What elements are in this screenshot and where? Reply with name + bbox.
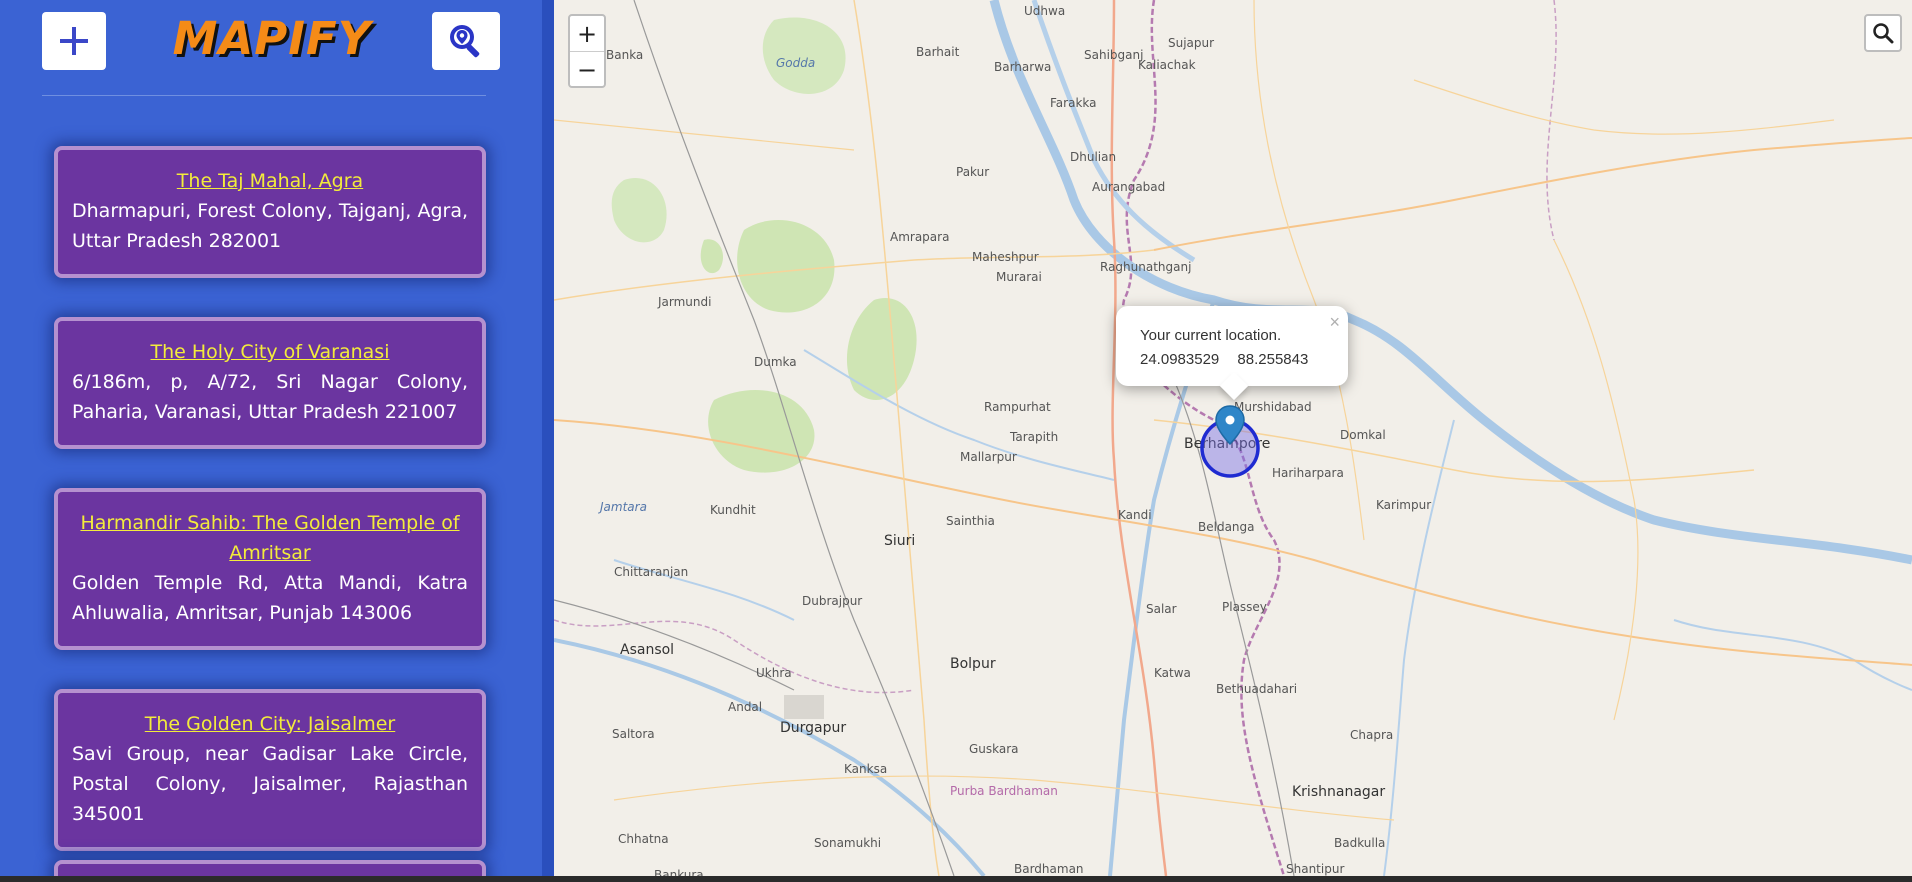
popup-close-button[interactable]: ×: [1329, 310, 1340, 334]
place-address: Golden Temple Rd, Atta Mandi, Katra Ahlu…: [72, 572, 468, 624]
map-place-label: Plassey: [1222, 600, 1267, 614]
map-place-label: Maheshpur: [972, 250, 1039, 264]
sidebar-divider: [42, 95, 486, 96]
map-place-label: Salar: [1146, 602, 1177, 616]
window-bottom-edge: [0, 876, 1912, 882]
map-place-label: Chhatna: [618, 832, 669, 846]
map-place-label: Shantipur: [1286, 862, 1345, 876]
app-logo: MAPIFY: [172, 11, 372, 65]
locate-search-button[interactable]: [432, 12, 500, 70]
map-place-label: Jarmundi: [658, 295, 712, 309]
place-card[interactable]: Harmandir Sahib: The Golden Temple of Am…: [54, 488, 486, 650]
map-place-label: Dhulian: [1070, 150, 1117, 164]
map-place-label: Saltora: [612, 727, 655, 741]
place-title-link[interactable]: Harmandir Sahib: The Golden Temple of Am…: [72, 508, 468, 568]
location-search-icon: [450, 25, 480, 58]
map-place-label: Hariharpara: [1272, 466, 1344, 480]
map-place-label: Andal: [728, 700, 763, 714]
map-place-label: Amrapara: [890, 230, 950, 244]
map-place-label: Kandi: [1118, 508, 1152, 522]
map-place-label: Bankura: [654, 868, 704, 876]
place-title-link[interactable]: The Holy City of Varanasi: [72, 337, 468, 367]
map-place-label: Tarapith: [1010, 430, 1059, 444]
map-place-label: Dubrajpur: [802, 594, 863, 608]
map-place-label: Ukhra: [756, 666, 792, 680]
map-place-label: Guskara: [969, 742, 1019, 756]
plus-icon: [60, 27, 88, 55]
popup-longitude: 88.255843: [1237, 351, 1309, 368]
map-place-label: Kanksa: [844, 762, 888, 776]
place-card[interactable]: The Golden City: Jaisalmer Savi Group, n…: [54, 689, 486, 851]
map-place-label: Domkal: [1340, 428, 1386, 442]
map-place-label: Sainthia: [946, 514, 995, 528]
map-place-label: Godda: [776, 56, 816, 70]
place-card[interactable]: The Taj Mahal, Agra Dharmapuri, Forest C…: [54, 146, 486, 278]
map-place-label: Farakka: [1050, 96, 1097, 110]
map-place-label: Durgapur: [780, 720, 847, 736]
current-location-marker[interactable]: [1194, 392, 1274, 482]
map-place-label: Asansol: [620, 642, 675, 658]
map-place-label: Chittaranjan: [614, 565, 689, 579]
map-place-label: Udhwa: [1024, 4, 1066, 18]
map-place-label: Beldanga: [1198, 520, 1255, 534]
map-view[interactable]: Udhwa Banka Barhait Barharwa Sahibganj G…: [554, 0, 1912, 876]
popup-latitude: 24.0983529: [1140, 351, 1220, 368]
place-address: Dharmapuri, Forest Colony, Tajganj, Agra…: [72, 200, 468, 252]
map-place-label: Mallarpur: [960, 450, 1017, 464]
map-place-label: Raghunathganj: [1100, 260, 1192, 274]
place-address: 6/186m, p, A/72, Sri Nagar Colony, Pahar…: [72, 371, 468, 423]
map-place-label: Purba Bardhaman: [950, 784, 1058, 798]
map-place-label: Chapra: [1350, 728, 1394, 742]
map-place-label: Murarai: [996, 270, 1042, 284]
map-place-label: Badkulla: [1334, 836, 1386, 850]
map-place-label: Bardhaman: [1014, 862, 1084, 876]
map-place-label: Sujapur: [1168, 36, 1215, 50]
map-place-label: Barharwa: [994, 60, 1052, 74]
place-title-link[interactable]: The Taj Mahal, Agra: [72, 166, 468, 196]
popup-coordinates: 24.0983529 88.255843: [1140, 348, 1324, 372]
place-title-link[interactable]: The Golden City: Jaisalmer: [72, 709, 468, 739]
map-place-label: Sonamukhi: [814, 836, 882, 850]
map-place-label: Rampurhat: [984, 400, 1051, 414]
map-place-label: Kaliachak: [1138, 58, 1196, 72]
map-place-label: Katwa: [1154, 666, 1191, 680]
place-address: Savi Group, near Gadisar Lake Circle, Po…: [72, 743, 468, 825]
map-search-button[interactable]: [1864, 14, 1902, 52]
map-place-label: Jamtara: [600, 500, 647, 514]
map-place-label: Bolpur: [950, 656, 996, 672]
popup-text: Your current location.: [1140, 327, 1282, 344]
zoom-out-button[interactable]: −: [570, 52, 604, 87]
map-place-label: Aurangabad: [1092, 180, 1166, 194]
map-place-label: Bethuadahari: [1216, 682, 1298, 696]
add-place-button[interactable]: [42, 12, 106, 70]
place-card[interactable]: The Holy City of Varanasi 6/186m, p, A/7…: [54, 317, 486, 449]
map-place-label: Dumka: [754, 355, 797, 369]
sidebar-edge: [542, 0, 554, 882]
search-icon: [1873, 23, 1894, 44]
map-place-label: Siuri: [884, 533, 916, 549]
zoom-in-button[interactable]: +: [570, 16, 604, 52]
map-place-label: Banka: [606, 48, 644, 62]
zoom-control: + −: [568, 14, 606, 88]
map-place-label: Sahibganj: [1084, 48, 1144, 62]
map-place-label: Kundhit: [710, 503, 756, 517]
map-place-label: Krishnanagar: [1292, 784, 1386, 800]
map-place-label: Pakur: [956, 165, 990, 179]
map-place-label: Karimpur: [1376, 498, 1432, 512]
sidebar: MAPIFY The Taj Mahal, Agra Dharmapuri, F…: [0, 0, 542, 882]
map-place-label: Barhait: [916, 45, 960, 59]
location-popup: × Your current location. 24.0983529 88.2…: [1116, 306, 1348, 401]
